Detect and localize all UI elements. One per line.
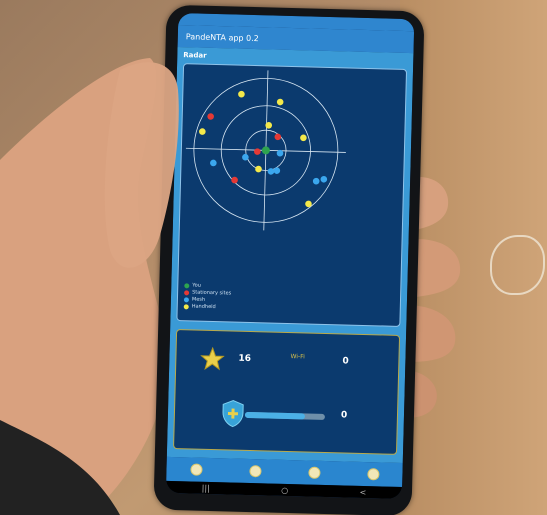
thumb (104, 62, 179, 268)
photo-scene: PandeNTA app 0.2 Radar You Stationary sit… (0, 0, 547, 515)
